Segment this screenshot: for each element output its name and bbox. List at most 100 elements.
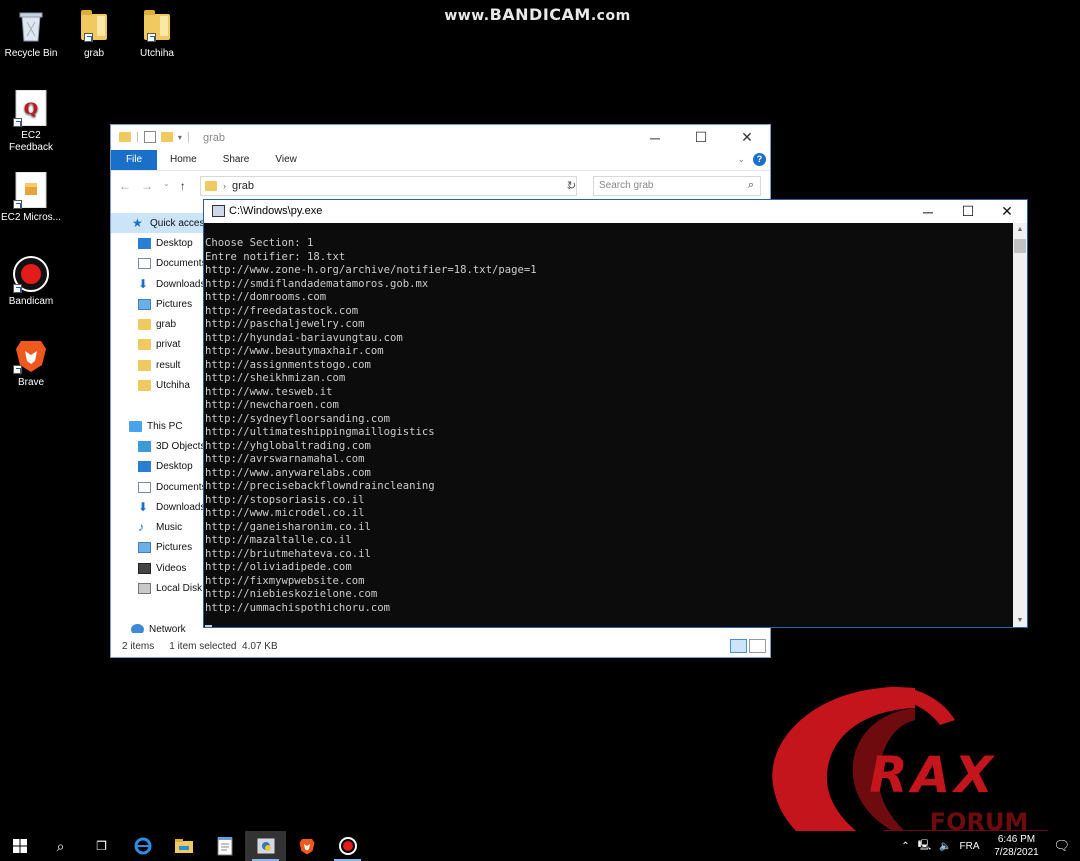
close-button[interactable]: ✕	[724, 125, 770, 150]
desktop-icon-ec2-feedback[interactable]: Q EC2 Feedback	[0, 89, 62, 154]
nav-item-pictures-pc[interactable]: Pictures	[111, 538, 206, 558]
tab-view[interactable]: View	[262, 150, 310, 170]
ribbon-tabs: File Home Share View ⌄ ?	[111, 150, 770, 170]
nav-item-quick-access[interactable]: ★ Quick access	[111, 213, 206, 234]
search-icon: ⌕	[747, 179, 754, 191]
nav-item-desktop[interactable]: Desktop	[111, 233, 206, 253]
maximize-button[interactable]: ☐	[678, 125, 724, 150]
chevron-up-icon[interactable]: ⌃	[901, 841, 909, 852]
console-line: http://briutmehateva.co.il	[205, 547, 371, 560]
selection-info: 1 item selected 4.07 KB	[169, 640, 278, 652]
bandicam-record-icon	[13, 256, 49, 293]
nav-item-utchiha[interactable]: Utchiha	[111, 375, 206, 395]
address-bar[interactable]: › grab ⌄	[200, 176, 577, 196]
taskbar-bandicam[interactable]	[327, 831, 368, 861]
tab-file[interactable]: File	[111, 150, 157, 170]
scroll-thumb[interactable]	[1014, 239, 1026, 253]
back-arrow-icon[interactable]: ←	[119, 179, 131, 193]
nav-item-documents[interactable]: Documents	[111, 254, 206, 274]
details-view-icon[interactable]	[730, 639, 747, 653]
desktop-icon-label: grab	[83, 48, 104, 59]
nav-item-documents-pc[interactable]: Documents	[111, 477, 206, 497]
notifications-icon[interactable]: 🗨	[1053, 838, 1070, 854]
taskbar-python[interactable]	[245, 831, 286, 861]
help-icon[interactable]: ?	[753, 153, 766, 166]
nav-item-downloads-pc[interactable]: ⬇ Downloads	[111, 497, 206, 517]
nav-item-local-disk[interactable]: Local Disk	[111, 578, 206, 598]
network-status-icon[interactable]: 🖳	[918, 838, 931, 855]
nav-item-this-pc[interactable]: This PC	[111, 416, 206, 436]
console-cursor	[205, 625, 212, 627]
recent-locations-icon[interactable]: ⌄	[163, 179, 170, 193]
taskbar-notepad[interactable]	[204, 831, 245, 861]
up-arrow-icon[interactable]: ↑	[180, 179, 186, 193]
console-line: http://fixmywpwebsite.com	[205, 574, 365, 587]
nav-item-downloads[interactable]: ⬇ Downloads	[111, 274, 206, 294]
console-line: Entre notifier: 18.txt	[205, 250, 346, 263]
desktop-icon-grab[interactable]: grab	[63, 8, 125, 60]
tab-home[interactable]: Home	[157, 150, 210, 170]
console-line: http://www.anywarelabs.com	[205, 466, 371, 479]
clock[interactable]: 6:46 PM 7/28/2021	[987, 833, 1045, 859]
nav-item-network[interactable]: Network	[111, 619, 206, 633]
input-language[interactable]: FRA	[959, 841, 979, 852]
new-folder-icon[interactable]	[160, 132, 173, 142]
start-button[interactable]	[0, 831, 40, 861]
explorer-title-bar[interactable]: | ▾ | grab ─ ☐ ✕	[111, 125, 770, 150]
console-line: http://www.microdel.co.il	[205, 507, 365, 519]
pictures-icon	[138, 542, 151, 554]
tab-share[interactable]: Share	[210, 150, 263, 170]
taskbar-ie[interactable]	[122, 831, 163, 861]
search-button[interactable]: ⌕	[40, 831, 81, 861]
nav-item-music[interactable]: ♪ Music	[111, 517, 206, 537]
desktop-icon-brave[interactable]: Brave	[0, 337, 62, 389]
desktop-icon-recycle-bin[interactable]: Recycle Bin	[0, 8, 62, 60]
nav-item-videos[interactable]: Videos	[111, 558, 206, 578]
close-button[interactable]: ✕	[987, 200, 1027, 223]
refresh-icon[interactable]: ↻	[567, 179, 576, 192]
console-title-bar[interactable]: C:\Windows\py.exe ─ ☐ ✕	[204, 200, 1027, 223]
desktop-icon-utchiha[interactable]: Utchiha	[126, 8, 188, 60]
volume-muted-icon[interactable]: 🔈	[939, 841, 951, 852]
brave-lion-icon	[299, 839, 314, 855]
console-line: http://sheikhmizan.com	[205, 372, 346, 384]
nav-item-result[interactable]: result	[111, 355, 206, 375]
console-line: http://assignmentstogo.com	[205, 358, 371, 371]
console-line: http://www.tesweb.it	[205, 385, 333, 398]
large-icons-view-icon[interactable]	[749, 639, 766, 653]
nav-item-desktop-pc[interactable]: Desktop	[111, 457, 206, 477]
forward-arrow-icon[interactable]: →	[141, 179, 153, 193]
console-output[interactable]: Choose Section: 1 Entre notifier: 18.txt h…	[204, 223, 1013, 627]
svg-text:Q: Q	[24, 99, 38, 118]
expand-ribbon-icon[interactable]: ⌄	[737, 154, 745, 165]
nav-item-3d-objects[interactable]: 3D Objects	[111, 436, 206, 456]
console-line: http://ummachispothichoru.com	[205, 601, 390, 614]
brave-lion-icon	[13, 337, 49, 374]
minimize-button[interactable]: ─	[907, 200, 949, 223]
taskbar-brave[interactable]	[286, 831, 327, 861]
desktop-icon-label: Brave	[17, 377, 45, 388]
documents-icon	[138, 481, 151, 493]
bandicam-record-icon	[338, 837, 357, 855]
desktop-icon-label: EC2 Micros...	[0, 212, 61, 223]
nav-item-pictures[interactable]: Pictures	[111, 294, 206, 314]
breadcrumb[interactable]: grab	[232, 180, 254, 192]
properties-icon[interactable]	[143, 131, 156, 143]
customize-dropdown-icon[interactable]: ▾	[178, 133, 182, 142]
maximize-button[interactable]: ☐	[949, 200, 987, 223]
task-view-button[interactable]: ❐	[81, 831, 122, 861]
navigation-pane: ★ Quick access Desktop Documents ⬇ Downloa…	[111, 213, 206, 633]
minimize-button[interactable]: ─	[632, 125, 678, 150]
folder-icon	[138, 380, 151, 392]
scroll-up-icon[interactable]: ▲	[1013, 226, 1027, 233]
nav-item-privat[interactable]: privat	[111, 335, 206, 355]
taskbar-file-explorer[interactable]	[163, 831, 204, 861]
search-input[interactable]: Search grab ⌕	[593, 176, 761, 196]
desktop-icon-ec2-microsoft[interactable]: EC2 Micros...	[0, 171, 62, 224]
scroll-down-icon[interactable]: ▼	[1013, 617, 1027, 624]
nav-item-grab[interactable]: grab	[111, 314, 206, 334]
desktop-icon-bandicam[interactable]: Bandicam	[0, 256, 62, 308]
address-row: ← → ⌄ ↑ › grab ⌄ ↻ Search grab ⌕	[111, 170, 770, 200]
console-scrollbar[interactable]: ▲ ▼	[1013, 223, 1027, 627]
search-icon: ⌕	[56, 837, 65, 854]
